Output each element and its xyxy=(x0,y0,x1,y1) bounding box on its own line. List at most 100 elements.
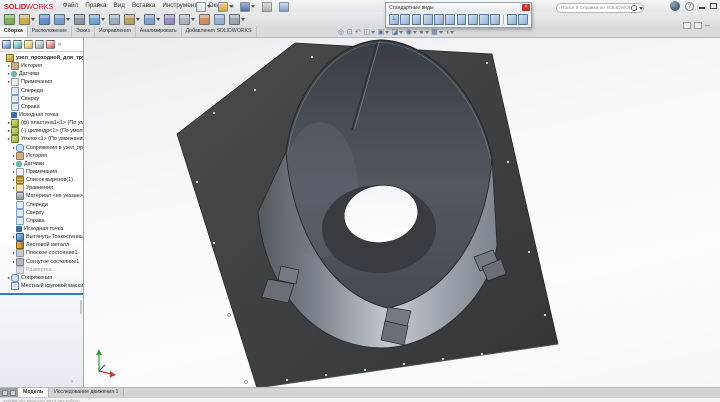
solidworks-resources-icon[interactable] xyxy=(670,1,680,11)
tree-item[interactable]: ▸ Датчики xyxy=(0,160,83,168)
tree-item[interactable]: Спереди xyxy=(0,86,83,95)
menu-item-файл[interactable]: Файл xyxy=(59,0,81,12)
panel-scrollbar[interactable] xyxy=(80,300,82,314)
undo-icon[interactable] xyxy=(279,1,289,12)
dropdown-caret-icon[interactable] xyxy=(31,17,35,21)
front-view-icon[interactable] xyxy=(400,14,411,25)
tree-item[interactable]: Исходная точка xyxy=(0,111,83,119)
mate-icon[interactable] xyxy=(39,13,50,25)
tree-item[interactable]: ▸ Примечания xyxy=(0,168,83,177)
right-view-icon[interactable] xyxy=(434,14,444,25)
hide-show-items-icon[interactable]: ◉ xyxy=(406,28,417,38)
trimetric-icon[interactable] xyxy=(479,14,489,25)
four-view-icon[interactable] xyxy=(518,14,529,25)
command-tab-6[interactable]: Добавления SOLIDWORKS xyxy=(182,26,257,37)
edit-appearance-icon[interactable]: ● xyxy=(419,28,429,38)
search-dropdown-icon[interactable] xyxy=(639,6,643,10)
palette-title-bar[interactable]: Стандартные виды × xyxy=(386,3,531,12)
dropdown-caret-icon[interactable] xyxy=(241,17,245,21)
tree-item[interactable]: ▸Сопряжения в узел_проходн xyxy=(0,143,83,152)
help-search-box[interactable]: Поиск в Справке по SOLIDWORKS xyxy=(556,3,644,13)
top-view-icon[interactable] xyxy=(445,14,456,25)
tab-исследование-движения-1[interactable]: Исследование движения 1 xyxy=(49,388,125,397)
insert-components-icon[interactable] xyxy=(19,13,35,25)
tree-item[interactable]: Справа xyxy=(0,102,83,111)
edit-component-icon[interactable] xyxy=(4,13,15,25)
previous-view-icon[interactable]: ↶ xyxy=(355,28,361,38)
bill-of-materials-icon[interactable] xyxy=(179,13,195,25)
tree-item[interactable]: Исходная точка xyxy=(0,225,83,233)
dropdown-caret-icon[interactable] xyxy=(370,31,375,34)
command-tab-2[interactable]: Расположение xyxy=(28,26,72,37)
display-manager-icon[interactable] xyxy=(46,40,55,49)
search-icon[interactable] xyxy=(631,5,637,11)
tree-item[interactable]: ▸Вытянуть-Тонкостенный1 xyxy=(0,233,83,242)
tree-item[interactable]: ▸(-) цилиндр<1> (По умолчанию) xyxy=(0,127,83,136)
print-icon[interactable] xyxy=(262,1,272,12)
dropdown-caret-icon[interactable] xyxy=(385,31,390,34)
dropdown-caret-icon[interactable] xyxy=(399,31,404,34)
tree-item[interactable]: Сверху xyxy=(0,94,83,103)
dropdown-caret-icon[interactable] xyxy=(450,31,455,34)
tree-item[interactable]: ▸ История xyxy=(0,62,83,71)
tree-item[interactable]: Спереди xyxy=(0,200,83,209)
rollback-bar[interactable] xyxy=(0,293,83,296)
dropdown-caret-icon[interactable] xyxy=(438,31,443,34)
view-orientation-icon[interactable]: ▣ xyxy=(377,28,390,38)
dropdown-caret-icon[interactable] xyxy=(191,17,195,21)
tree-item[interactable]: ▸ Плоское состояние1 xyxy=(0,249,83,258)
bottom-view-icon[interactable] xyxy=(456,14,467,25)
zoom-fit-icon[interactable]: ◎ xyxy=(338,28,344,38)
single-view-icon[interactable] xyxy=(507,14,517,25)
dropdown-caret-icon[interactable] xyxy=(156,17,160,21)
tree-item[interactable]: ▸ Сопряжения xyxy=(0,273,83,282)
left-view-icon[interactable] xyxy=(422,14,433,25)
doc-restore-icon[interactable] xyxy=(683,22,691,29)
options-icon[interactable] xyxy=(229,13,245,25)
section-view-icon[interactable]: ◫ xyxy=(363,28,375,38)
exploded-view-icon[interactable] xyxy=(199,13,210,25)
instant3d-icon[interactable] xyxy=(214,13,225,25)
doc-close-icon[interactable] xyxy=(694,22,702,29)
tree-item[interactable]: ▸ Согнутое состояние1 xyxy=(0,257,83,266)
dimetric-icon[interactable] xyxy=(490,14,501,25)
tree-item[interactable]: ▸(ф) пластина1<1> (По умолчан xyxy=(0,119,83,128)
menu-item-правка[interactable]: Правка xyxy=(82,0,110,12)
panel-tabs-overflow-icon[interactable]: » xyxy=(58,42,61,48)
dropdown-caret-icon[interactable] xyxy=(251,5,255,8)
tree-item[interactable]: ▸ Примечания xyxy=(0,78,83,87)
tab-bar-splitter[interactable] xyxy=(0,388,18,397)
tree-item[interactable]: ▸ Датчики xyxy=(0,70,83,78)
command-tab-5[interactable]: Анализировать xyxy=(136,26,182,37)
dropdown-caret-icon[interactable] xyxy=(207,5,211,8)
component-pattern-icon[interactable] xyxy=(54,13,70,25)
3d-viewport[interactable]: Avito xyxy=(84,38,720,402)
tree-item[interactable]: ▸Уголок<1> (По умолчанию<<П xyxy=(0,135,83,144)
dropdown-caret-icon[interactable] xyxy=(66,17,70,21)
smart-fasteners-icon[interactable] xyxy=(74,13,85,25)
dropdown-caret-icon[interactable] xyxy=(229,5,233,8)
normal-to-icon[interactable]: ⊥ xyxy=(389,14,399,25)
tree-item[interactable]: Местный круговой массив1 xyxy=(0,282,83,290)
show-hidden-components-icon[interactable] xyxy=(109,13,120,25)
configuration-manager-icon[interactable] xyxy=(24,40,33,49)
tree-item[interactable]: узел_проходной_для_трубы (По умолч xyxy=(0,54,83,63)
restore-icon[interactable] xyxy=(710,3,717,9)
dropdown-caret-icon[interactable] xyxy=(412,31,417,34)
view-settings-icon[interactable]: ◖ xyxy=(445,28,455,38)
tree-item[interactable]: ▸ История xyxy=(0,151,83,160)
open-document-icon[interactable] xyxy=(218,1,233,12)
doc-minimize-icon[interactable] xyxy=(705,25,710,26)
propertymanager-icon[interactable] xyxy=(13,40,22,49)
menu-item-вид[interactable]: Вид xyxy=(110,0,128,12)
help-icon[interactable]: ? xyxy=(685,1,694,11)
panel-splitter-icon[interactable]: › xyxy=(71,379,73,385)
reference-geometry-icon[interactable] xyxy=(144,13,160,25)
featuremanager-tree-icon[interactable] xyxy=(2,40,11,49)
move-component-icon[interactable] xyxy=(89,13,105,25)
tree-item[interactable]: Развертка xyxy=(0,265,83,274)
assembly-features-icon[interactable] xyxy=(124,13,140,25)
command-tab-1[interactable]: Сборка xyxy=(0,26,28,37)
back-view-icon[interactable] xyxy=(411,14,422,25)
minimize-icon[interactable] xyxy=(699,7,705,9)
